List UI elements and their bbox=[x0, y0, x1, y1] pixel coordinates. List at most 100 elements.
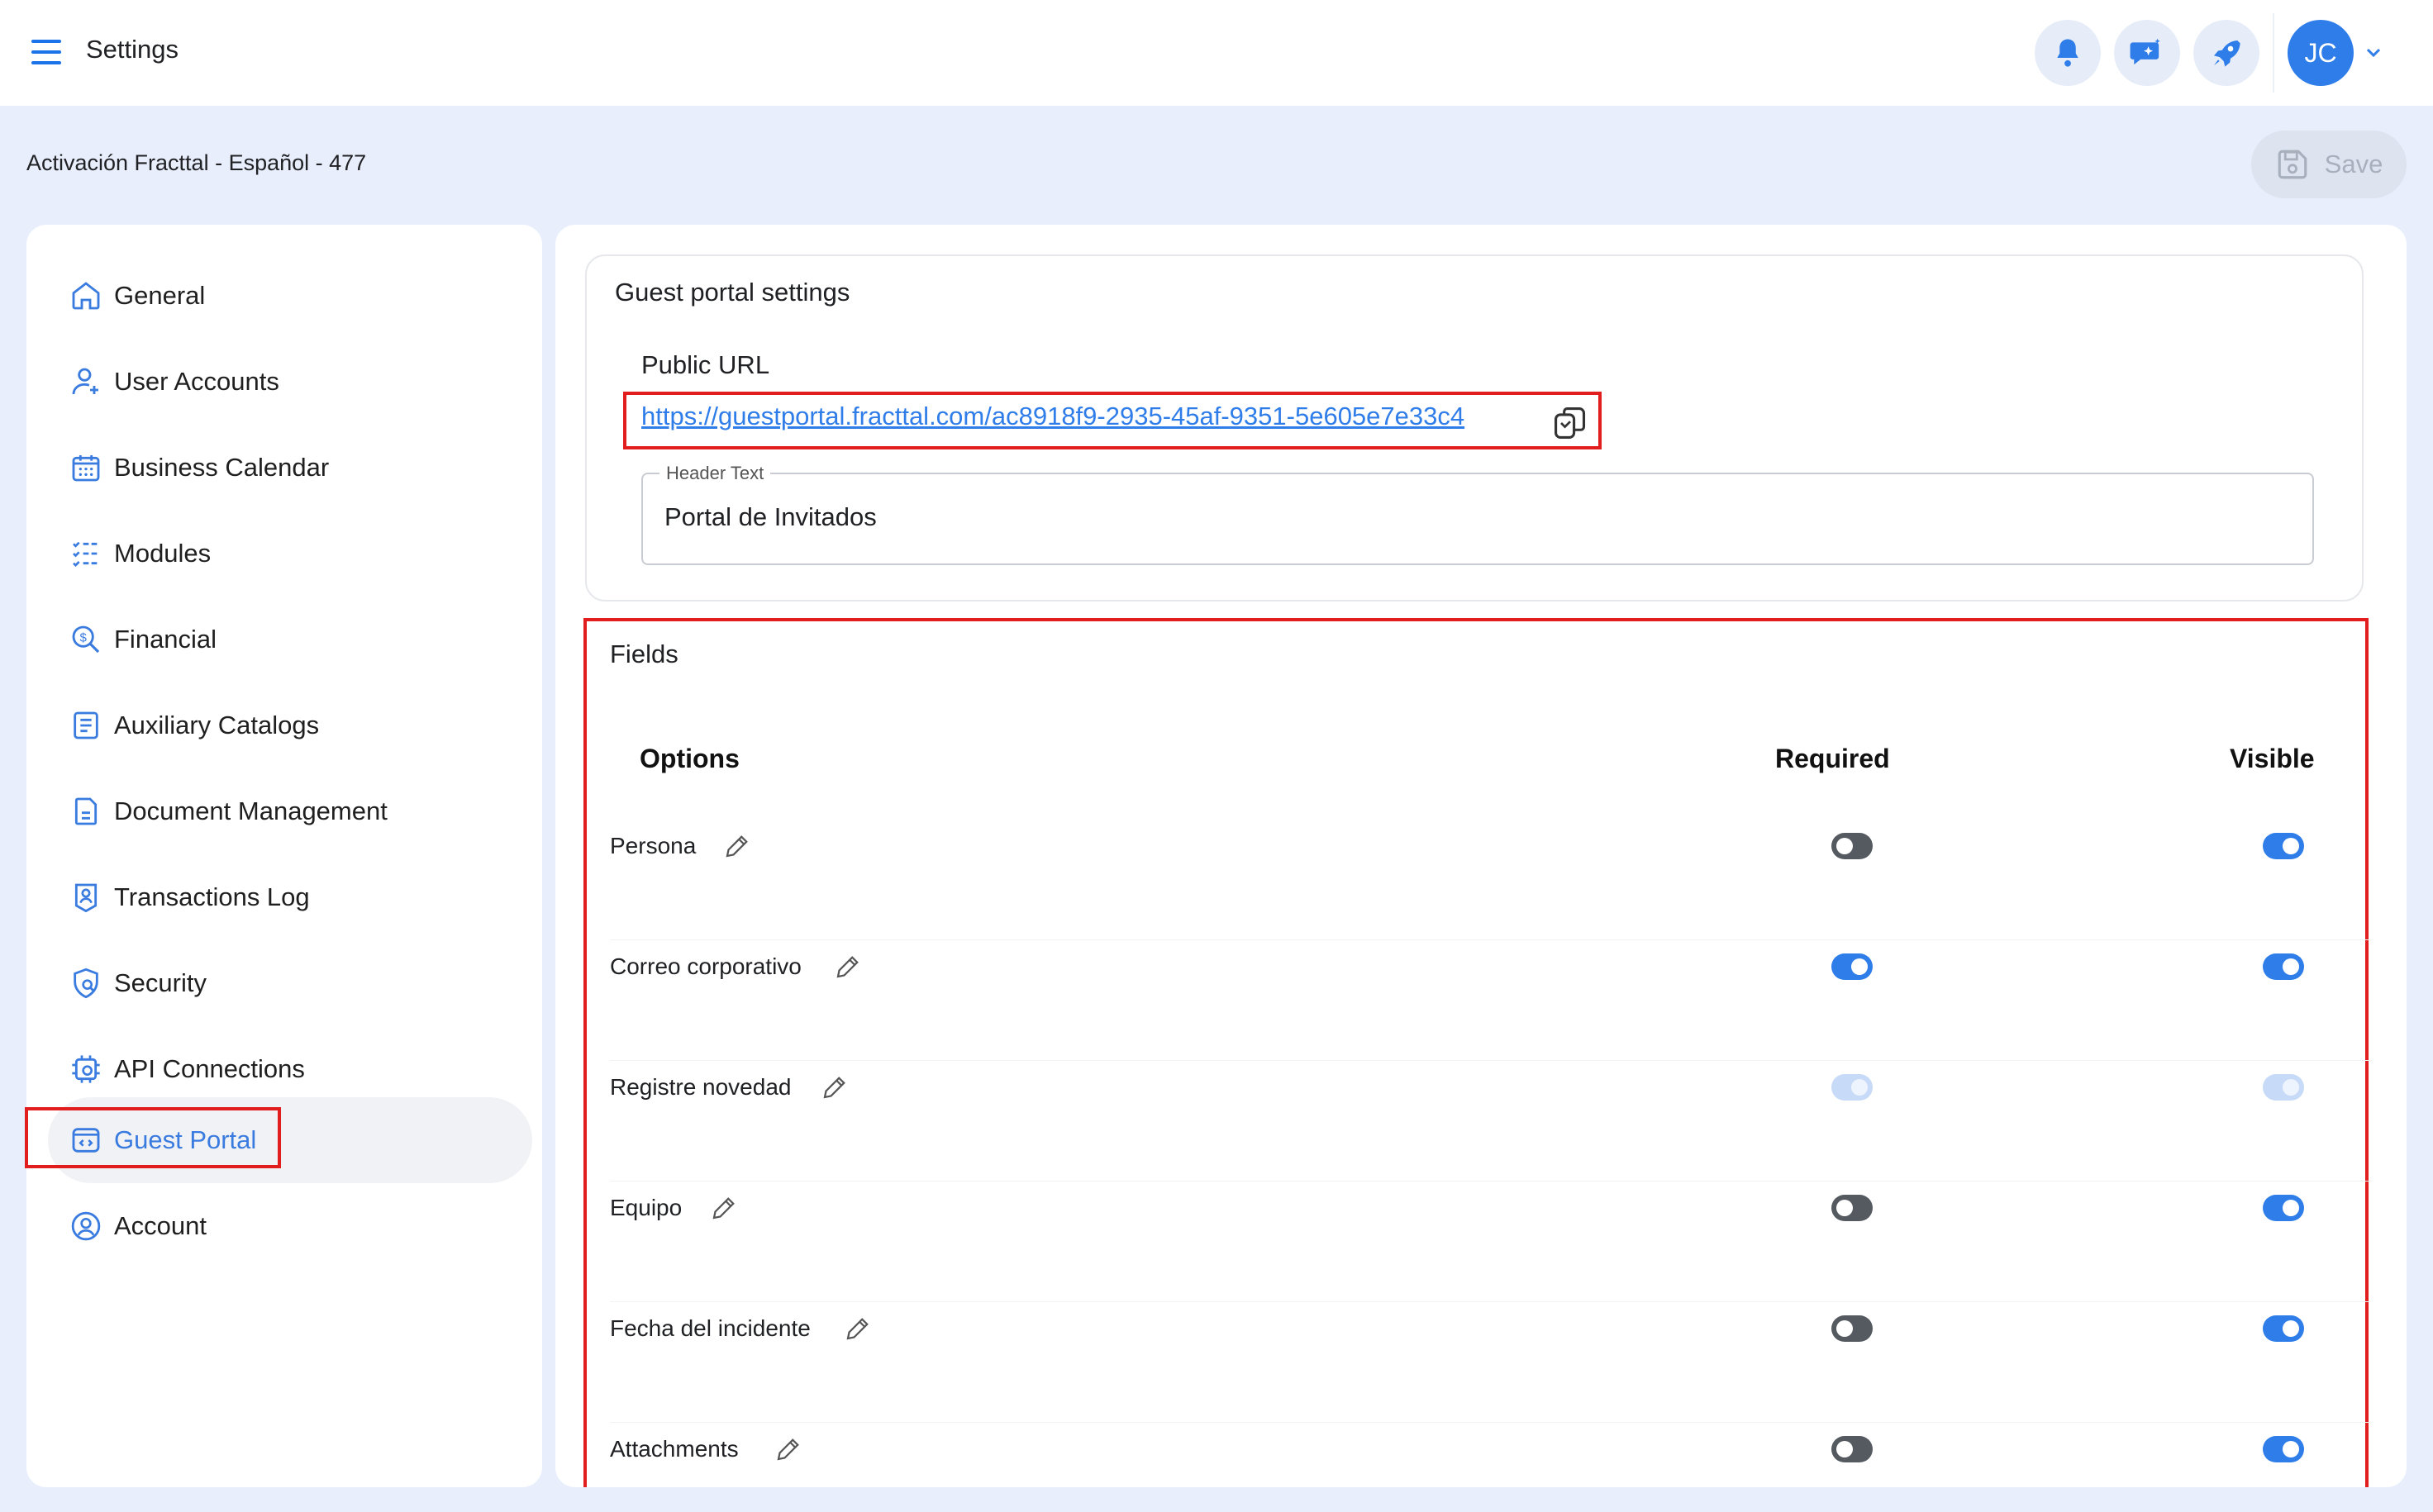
table-row: Equipo bbox=[610, 1182, 2370, 1302]
toggle-knob bbox=[2283, 1200, 2299, 1216]
toggle-knob bbox=[2283, 1441, 2299, 1457]
guest-portal-highlight bbox=[25, 1107, 281, 1168]
sidebar-item-general[interactable]: General bbox=[48, 253, 532, 339]
visible-toggle[interactable] bbox=[2263, 1436, 2304, 1462]
header-text-label: Header Text bbox=[659, 463, 771, 484]
public-url-label: Public URL bbox=[641, 350, 770, 379]
sidebar-item-label: Financial bbox=[114, 625, 217, 654]
sidebar: General User Accounts Business Calendar … bbox=[26, 225, 542, 1487]
save-icon bbox=[2278, 150, 2307, 179]
visible-toggle[interactable] bbox=[2263, 1195, 2304, 1221]
toggle-knob bbox=[1851, 1079, 1868, 1096]
sidebar-item-label: Document Management bbox=[114, 796, 388, 825]
home-icon bbox=[66, 276, 106, 316]
toggle-knob bbox=[1836, 1200, 1853, 1216]
chat-sparkle-icon[interactable] bbox=[2114, 20, 2180, 86]
sidebar-item-label: Modules bbox=[114, 539, 212, 568]
sidebar-item-security[interactable]: Security bbox=[48, 940, 532, 1026]
card-title: Guest portal settings bbox=[615, 278, 850, 307]
avatar[interactable]: JC bbox=[2288, 20, 2354, 86]
toggle-knob bbox=[1836, 1441, 1853, 1457]
shield-search-icon bbox=[66, 963, 106, 1003]
sidebar-item-user-accounts[interactable]: User Accounts bbox=[48, 339, 532, 425]
sidebar-item-account[interactable]: Account bbox=[48, 1183, 532, 1269]
table-row: Fecha del incidente bbox=[610, 1302, 2370, 1423]
toggle-knob bbox=[2283, 958, 2299, 975]
sidebar-item-label: Account bbox=[114, 1211, 207, 1240]
edit-pencil-icon[interactable] bbox=[722, 831, 752, 861]
sidebar-item-label: API Connections bbox=[114, 1054, 305, 1083]
app-title: Settings bbox=[86, 35, 179, 64]
user-add-icon bbox=[66, 362, 106, 402]
sidebar-item-label: Transactions Log bbox=[114, 882, 310, 911]
document-icon bbox=[66, 792, 106, 831]
user-menu[interactable]: JC bbox=[2273, 13, 2382, 93]
field-option-label: Attachments bbox=[610, 1436, 739, 1462]
toggle-knob bbox=[1836, 838, 1853, 854]
chevron-down-icon[interactable] bbox=[2365, 47, 2382, 59]
rocket-icon[interactable] bbox=[2193, 20, 2259, 86]
edit-pencil-icon[interactable] bbox=[774, 1434, 803, 1464]
edit-pencil-icon[interactable] bbox=[843, 1314, 873, 1343]
calendar-icon bbox=[66, 448, 106, 487]
checklist-icon bbox=[66, 534, 106, 573]
field-option-label: Persona bbox=[610, 833, 697, 858]
sidebar-item-financial[interactable]: $ Financial bbox=[48, 597, 532, 682]
table-row: Registre novedad bbox=[610, 1061, 2370, 1182]
sidebar-item-label: Business Calendar bbox=[114, 453, 330, 482]
sidebar-item-auxiliary-catalogs[interactable]: Auxiliary Catalogs bbox=[48, 682, 532, 768]
required-toggle[interactable] bbox=[1831, 953, 1873, 980]
toggle-knob bbox=[2283, 1079, 2299, 1096]
sidebar-item-label: User Accounts bbox=[114, 367, 279, 396]
header-text-field[interactable]: Header Text Portal de Invitados bbox=[641, 463, 2314, 565]
log-icon bbox=[66, 877, 106, 917]
toggle-knob bbox=[2283, 1320, 2299, 1337]
copy-icon[interactable] bbox=[1552, 405, 1588, 441]
context-title: Activación Fracttal - Español - 477 bbox=[26, 150, 367, 175]
guest-portal-settings-card: Guest portal settings Public URL https:/… bbox=[585, 254, 2364, 601]
required-toggle[interactable] bbox=[1831, 833, 1873, 859]
table-row: Persona bbox=[610, 820, 2370, 940]
sidebar-item-label: Auxiliary Catalogs bbox=[114, 711, 320, 739]
field-option-label: Registre novedad bbox=[610, 1074, 792, 1100]
table-row: Correo corporativo bbox=[610, 940, 2370, 1061]
field-option-label: Equipo bbox=[610, 1195, 683, 1220]
api-gear-icon bbox=[66, 1049, 106, 1089]
main-panel: Guest portal settings Public URL https:/… bbox=[555, 225, 2407, 1487]
sidebar-item-label: General bbox=[114, 281, 206, 310]
visible-toggle bbox=[2263, 1074, 2304, 1101]
column-header-visible: Visible bbox=[2230, 744, 2315, 773]
coin-search-icon: $ bbox=[66, 620, 106, 659]
field-option-label: Fecha del incidente bbox=[610, 1315, 811, 1341]
sidebar-item-label: Security bbox=[114, 968, 207, 997]
public-url-link[interactable]: https://guestportal.fracttal.com/ac8918f… bbox=[641, 402, 1464, 431]
header-text-input[interactable]: Portal de Invitados bbox=[664, 502, 2235, 532]
account-circle-icon bbox=[66, 1206, 106, 1246]
edit-pencil-icon[interactable] bbox=[820, 1072, 850, 1102]
visible-toggle[interactable] bbox=[2263, 1315, 2304, 1342]
svg-text:$: $ bbox=[79, 631, 87, 645]
catalog-icon bbox=[66, 706, 106, 745]
visible-toggle[interactable] bbox=[2263, 953, 2304, 980]
required-toggle bbox=[1831, 1074, 1873, 1101]
sidebar-item-business-calendar[interactable]: Business Calendar bbox=[48, 425, 532, 511]
required-toggle[interactable] bbox=[1831, 1315, 1873, 1342]
visible-toggle[interactable] bbox=[2263, 833, 2304, 859]
column-header-required: Required bbox=[1775, 744, 1890, 773]
bell-icon[interactable] bbox=[2035, 20, 2101, 86]
required-toggle[interactable] bbox=[1831, 1195, 1873, 1221]
save-button[interactable]: Save bbox=[2251, 131, 2407, 198]
sidebar-item-document-management[interactable]: Document Management bbox=[48, 768, 532, 854]
edit-pencil-icon[interactable] bbox=[833, 952, 863, 982]
table-row: Attachments bbox=[610, 1423, 2370, 1487]
fields-title: Fields bbox=[610, 640, 678, 668]
field-option-label: Correo corporativo bbox=[610, 953, 802, 979]
required-toggle[interactable] bbox=[1831, 1436, 1873, 1462]
menu-icon[interactable] bbox=[31, 40, 61, 66]
column-header-options: Options bbox=[640, 744, 740, 773]
top-bar: Settings JC bbox=[0, 0, 2433, 106]
toggle-knob bbox=[1836, 1320, 1853, 1337]
sidebar-item-modules[interactable]: Modules bbox=[48, 511, 532, 597]
edit-pencil-icon[interactable] bbox=[709, 1193, 739, 1223]
sidebar-item-transactions-log[interactable]: Transactions Log bbox=[48, 854, 532, 940]
